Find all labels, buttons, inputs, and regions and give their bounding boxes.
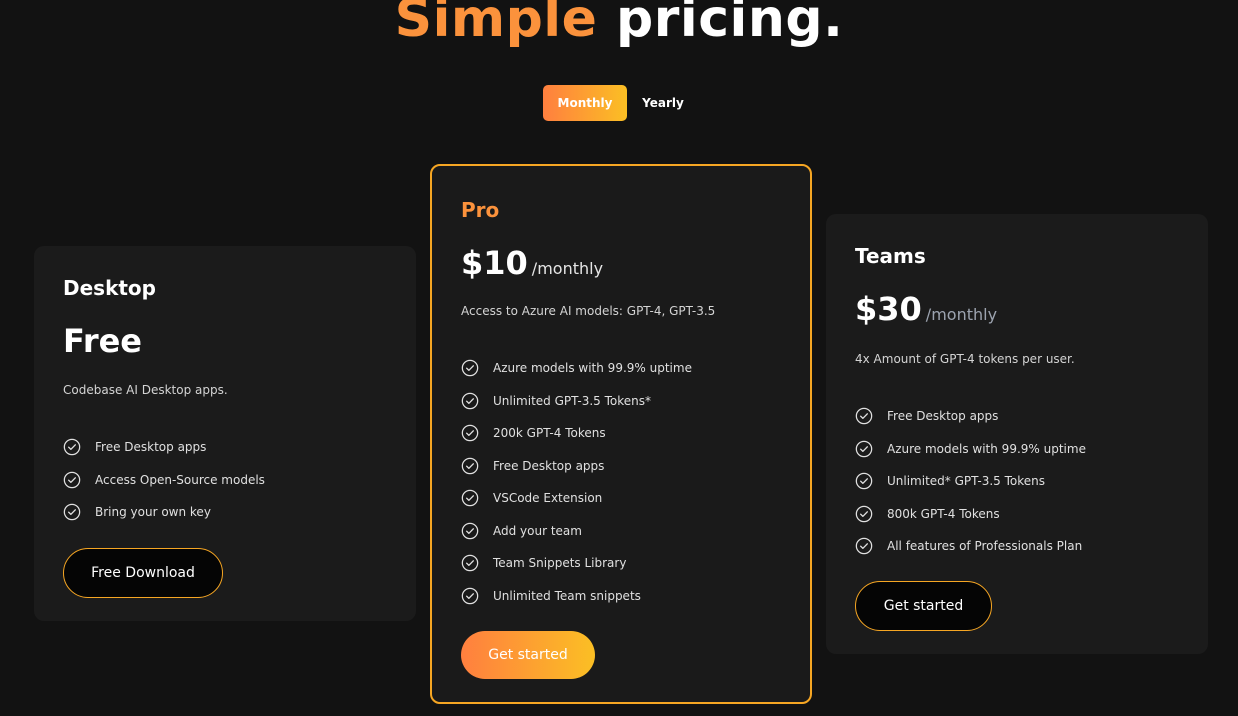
plan-price: Free: [63, 322, 142, 360]
feature-label: Access Open-Source models: [95, 472, 265, 487]
free-download-button[interactable]: Free Download: [63, 548, 223, 598]
check-circle-icon: [461, 392, 479, 410]
feature-item: Free Desktop apps: [461, 450, 692, 483]
feature-label: Bring your own key: [95, 505, 211, 520]
feature-item: Free Desktop apps: [855, 400, 1086, 433]
feature-item: 200k GPT-4 Tokens: [461, 417, 692, 450]
price-period: /monthly: [531, 259, 604, 278]
page-title: Simple pricing.: [0, 0, 1238, 52]
check-circle-icon: [461, 359, 479, 377]
check-circle-icon: [461, 587, 479, 605]
feature-label: 200k GPT-4 Tokens: [493, 426, 606, 441]
feature-label: VSCode Extension: [493, 491, 603, 506]
plan-description: Access to Azure AI models: GPT-4, GPT-3.…: [461, 304, 716, 318]
feature-item: Free Desktop apps: [63, 431, 265, 464]
price-period: /monthly: [925, 305, 998, 324]
feature-list: Free Desktop apps Access Open-Source mod…: [63, 431, 265, 529]
feature-label: Azure models with 99.9% uptime: [887, 441, 1086, 456]
feature-item: Azure models with 99.9% uptime: [855, 433, 1086, 466]
check-circle-icon: [461, 489, 479, 507]
plan-name: Pro: [461, 198, 500, 222]
plan-card-pro: Pro $10/monthly Access to Azure AI model…: [430, 164, 812, 704]
plan-description: Codebase AI Desktop apps.: [63, 383, 228, 397]
check-circle-icon: [855, 505, 873, 523]
check-circle-icon: [461, 457, 479, 475]
feature-item: Access Open-Source models: [63, 464, 265, 497]
feature-label: Team Snippets Library: [493, 556, 627, 571]
feature-label: Unlimited GPT-3.5 Tokens*: [493, 393, 651, 408]
feature-label: Free Desktop apps: [493, 458, 605, 473]
price-amount: Free: [63, 322, 142, 360]
check-circle-icon: [855, 537, 873, 555]
monthly-toggle-button[interactable]: Monthly: [543, 85, 627, 121]
feature-label: Azure models with 99.9% uptime: [493, 361, 692, 376]
feature-list: Free Desktop apps Azure models with 99.9…: [855, 400, 1086, 563]
check-circle-icon: [855, 407, 873, 425]
feature-item: Unlimited GPT-3.5 Tokens*: [461, 385, 692, 418]
yearly-toggle-button[interactable]: Yearly: [631, 85, 695, 121]
check-circle-icon: [63, 471, 81, 489]
plan-card-desktop: Desktop Free Codebase AI Desktop apps. F…: [34, 246, 416, 621]
feature-label: All features of Professionals Plan: [887, 539, 1083, 554]
feature-item: Bring your own key: [63, 496, 265, 529]
check-circle-icon: [63, 438, 81, 456]
price-amount: $10: [461, 244, 528, 282]
title-accent: Simple: [394, 0, 598, 49]
feature-item: Unlimited* GPT-3.5 Tokens: [855, 465, 1086, 498]
plan-name: Teams: [855, 244, 926, 268]
check-circle-icon: [63, 503, 81, 521]
feature-label: Add your team: [493, 523, 582, 538]
check-circle-icon: [855, 440, 873, 458]
get-started-button[interactable]: Get started: [461, 631, 595, 679]
feature-item: VSCode Extension: [461, 482, 692, 515]
feature-label: Free Desktop apps: [95, 440, 207, 455]
plan-price: $30/monthly: [855, 290, 997, 328]
plan-card-teams: Teams $30/monthly 4x Amount of GPT-4 tok…: [826, 214, 1208, 654]
feature-label: 800k GPT-4 Tokens: [887, 506, 1000, 521]
pricing-page: Simple pricing. Monthly Yearly Desktop F…: [0, 0, 1238, 716]
feature-list: Azure models with 99.9% uptime Unlimited…: [461, 352, 692, 612]
feature-item: 800k GPT-4 Tokens: [855, 498, 1086, 531]
price-amount: $30: [855, 290, 922, 328]
feature-item: Azure models with 99.9% uptime: [461, 352, 692, 385]
feature-item: Add your team: [461, 515, 692, 548]
feature-item: Unlimited Team snippets: [461, 580, 692, 613]
plan-description: 4x Amount of GPT-4 tokens per user.: [855, 352, 1075, 366]
plan-name: Desktop: [63, 276, 156, 300]
check-circle-icon: [461, 554, 479, 572]
feature-label: Free Desktop apps: [887, 409, 999, 424]
check-circle-icon: [461, 424, 479, 442]
feature-item: Team Snippets Library: [461, 547, 692, 580]
feature-label: Unlimited Team snippets: [493, 588, 641, 603]
feature-item: All features of Professionals Plan: [855, 530, 1086, 563]
check-circle-icon: [855, 472, 873, 490]
get-started-button[interactable]: Get started: [855, 581, 992, 631]
feature-label: Unlimited* GPT-3.5 Tokens: [887, 474, 1045, 489]
title-rest: pricing.: [597, 0, 844, 49]
plan-price: $10/monthly: [461, 244, 603, 282]
check-circle-icon: [461, 522, 479, 540]
